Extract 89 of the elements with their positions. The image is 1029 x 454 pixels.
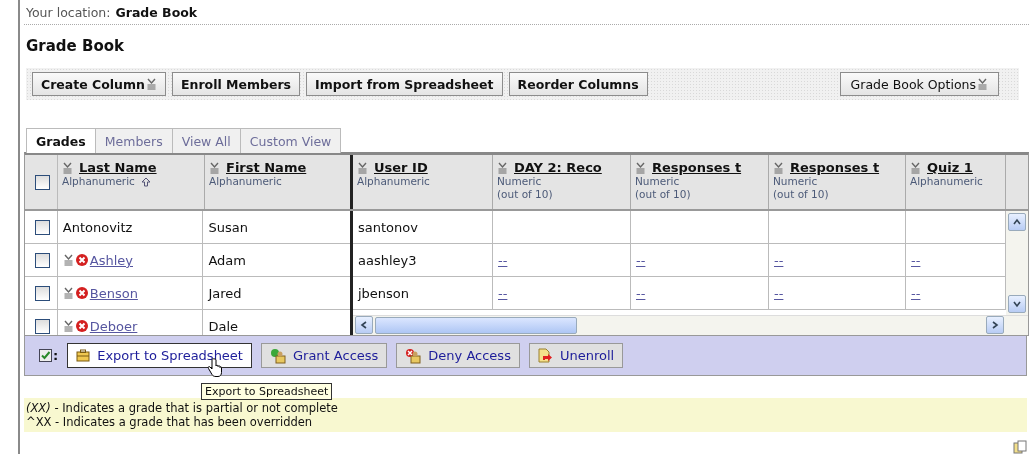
grade-link[interactable]: -- bbox=[774, 285, 784, 301]
tooltip: Export to Spreadsheet bbox=[201, 383, 333, 401]
action-button[interactable]: Unenroll bbox=[528, 343, 624, 369]
horizontal-scrollbar[interactable] bbox=[353, 314, 1028, 336]
dropdown-icon[interactable] bbox=[62, 161, 73, 174]
column-type: Numeric bbox=[773, 175, 818, 189]
tab[interactable]: Members bbox=[94, 128, 173, 154]
toolbar-button[interactable]: Import from Spreadsheet bbox=[306, 72, 503, 97]
grade-link[interactable]: -- bbox=[636, 252, 646, 268]
column-range: (out of 10) bbox=[497, 188, 554, 202]
column-type: Alphanumeric bbox=[357, 175, 430, 189]
user-deny-icon bbox=[405, 347, 422, 364]
grade-link[interactable]: -- bbox=[911, 285, 921, 301]
left-chevron-icon[interactable] bbox=[360, 321, 368, 330]
legend-line: (XX) - Indicates a grade that is partial or not complete bbox=[26, 401, 339, 415]
grade-link[interactable]: -- bbox=[774, 252, 784, 268]
toolbar-button[interactable]: Create Column bbox=[32, 72, 166, 97]
table-cell: Dale bbox=[208, 318, 238, 334]
column-type: Alphanumeric bbox=[910, 175, 983, 189]
dropdown-icon[interactable] bbox=[209, 161, 220, 174]
dropdown-icon[interactable] bbox=[62, 320, 74, 333]
action-button[interactable]: Deny Access bbox=[396, 343, 520, 369]
up-chevron-icon[interactable] bbox=[1013, 218, 1021, 227]
tab[interactable]: Grades bbox=[26, 128, 96, 154]
tab[interactable]: View All bbox=[171, 128, 241, 154]
pages-icon[interactable] bbox=[1013, 440, 1027, 454]
options-button[interactable]: Grade Book Options bbox=[839, 72, 999, 97]
column-type: Numeric bbox=[497, 175, 542, 189]
dropdown-icon[interactable] bbox=[910, 161, 921, 174]
table-cell: Adam bbox=[208, 252, 246, 268]
page-title: Grade Book bbox=[26, 37, 125, 56]
selection-label: : bbox=[53, 348, 59, 364]
column-title[interactable]: Last Name bbox=[79, 160, 157, 176]
column-title[interactable]: DAY 2: Reco bbox=[514, 160, 602, 176]
dropdown-icon[interactable] bbox=[62, 254, 74, 267]
toolbar-button[interactable]: Enroll Members bbox=[171, 72, 301, 97]
grade-link[interactable]: -- bbox=[636, 285, 646, 301]
briefcase-icon bbox=[76, 349, 91, 363]
row-checkbox[interactable] bbox=[35, 285, 50, 301]
table-cell: Jared bbox=[208, 285, 242, 301]
column-title[interactable]: Quiz 1 bbox=[927, 160, 973, 176]
document-arrow-icon bbox=[537, 347, 553, 364]
student-link[interactable]: Benson bbox=[89, 285, 138, 301]
row-checkbox[interactable] bbox=[35, 252, 50, 268]
column-range: (out of 10) bbox=[773, 188, 830, 202]
tab[interactable]: Custom View bbox=[239, 128, 342, 154]
column-title[interactable]: User ID bbox=[374, 160, 428, 176]
column-title[interactable]: Responses t bbox=[652, 160, 742, 176]
table-cell: santonov bbox=[358, 219, 418, 235]
action-button[interactable]: Export to Spreadsheet bbox=[67, 343, 252, 369]
right-chevron-icon[interactable] bbox=[991, 321, 999, 330]
row-checkbox[interactable] bbox=[35, 219, 50, 235]
dropdown-icon[interactable] bbox=[357, 161, 368, 174]
dropdown-icon[interactable] bbox=[145, 78, 157, 91]
error-icon bbox=[75, 320, 88, 333]
location-label: Your location: bbox=[26, 4, 111, 20]
dropdown-icon[interactable] bbox=[497, 161, 508, 174]
table-cell: Susan bbox=[208, 219, 248, 235]
down-chevron-icon[interactable] bbox=[1013, 299, 1021, 308]
column-type: Numeric bbox=[635, 175, 680, 189]
dropdown-icon[interactable] bbox=[62, 287, 74, 300]
checked-checkbox-icon bbox=[39, 349, 52, 363]
student-link[interactable]: Deboer bbox=[89, 318, 138, 334]
legend-line: ^XX - Indicates a grade that has been overridden bbox=[26, 415, 314, 429]
sort-arrow-icon[interactable] bbox=[140, 176, 151, 187]
student-link[interactable]: Ashley bbox=[89, 252, 133, 268]
user-key-icon bbox=[269, 347, 286, 364]
column-type: Alphanumeric bbox=[209, 175, 282, 189]
grade-link[interactable]: -- bbox=[498, 285, 508, 301]
column-title[interactable]: First Name bbox=[226, 160, 307, 176]
column-range: (out of 10) bbox=[635, 188, 692, 202]
select-all-checkbox[interactable] bbox=[35, 174, 50, 190]
location-value: Grade Book bbox=[115, 4, 198, 20]
table-cell: Antonovitz bbox=[62, 219, 133, 235]
table-cell: jbenson bbox=[358, 285, 410, 301]
grade-link[interactable]: -- bbox=[911, 252, 921, 268]
error-icon bbox=[75, 287, 88, 300]
toolbar-button[interactable]: Reorder Columns bbox=[508, 72, 648, 97]
table-cell: aashley3 bbox=[358, 252, 417, 268]
dropdown-icon[interactable] bbox=[773, 161, 784, 174]
row-checkbox[interactable] bbox=[35, 318, 50, 334]
grade-link[interactable]: -- bbox=[498, 252, 508, 268]
dropdown-icon[interactable] bbox=[977, 78, 988, 91]
column-title[interactable]: Responses t bbox=[790, 160, 880, 176]
vertical-scrollbar[interactable] bbox=[1006, 211, 1028, 315]
error-icon bbox=[75, 254, 88, 267]
action-button[interactable]: Grant Access bbox=[260, 343, 388, 369]
dropdown-icon[interactable] bbox=[635, 161, 646, 174]
column-type: Alphanumeric bbox=[62, 175, 135, 189]
